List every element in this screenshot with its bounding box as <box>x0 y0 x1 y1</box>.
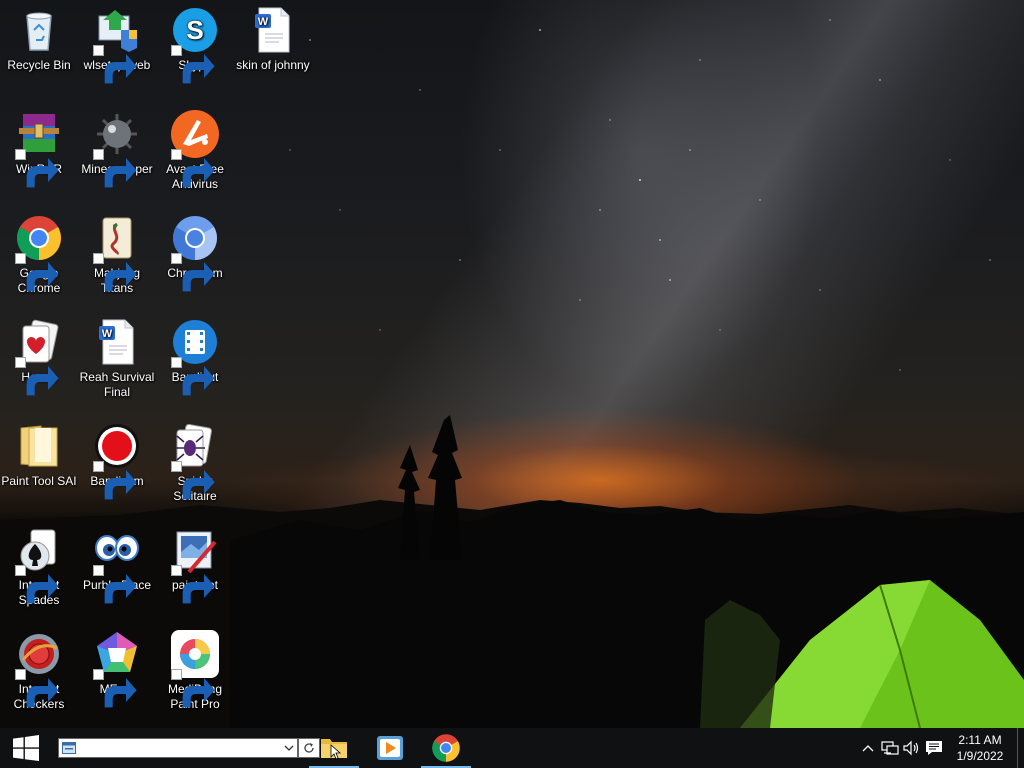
bandicam-icon <box>93 422 141 500</box>
checkers-icon <box>15 630 63 708</box>
skype-icon: S <box>171 6 219 84</box>
address-toolbar[interactable] <box>58 738 298 758</box>
volume-button[interactable] <box>901 728 923 768</box>
desktop-icon-chromium[interactable]: Chromium <box>156 208 234 308</box>
desktop-icon-wlsetup-web[interactable]: wlsetup-web <box>78 0 156 100</box>
system-tray: 2:11 AM 1/9/2022 <box>857 728 1024 768</box>
shortcut-arrow-icon <box>171 461 215 500</box>
speaker-icon <box>903 740 919 756</box>
shortcut-arrow-icon <box>15 149 59 188</box>
desktop-icon-purble-place[interactable]: Purble Place <box>78 520 156 620</box>
mahjong-icon <box>93 214 141 292</box>
desktop-icon-label: Paint Tool SAI <box>1 474 77 488</box>
show-desktop-button[interactable] <box>1017 728 1024 768</box>
desktop-icon-medibang-paint-pro[interactable]: MediBang Paint Pro <box>156 624 234 724</box>
spider-solitaire-icon <box>171 422 219 500</box>
network-icon <box>881 741 899 755</box>
shortcut-arrow-icon <box>15 565 59 604</box>
desktop-icon-skype[interactable]: SSkype <box>156 0 234 100</box>
spades-icon <box>15 526 63 604</box>
address-dropdown-button[interactable] <box>281 739 297 757</box>
desktop-icon-internet-spades[interactable]: Internet Spades <box>0 520 78 620</box>
shortcut-arrow-icon <box>171 565 215 604</box>
shortcut-arrow-icon <box>15 357 59 396</box>
svg-text:S: S <box>186 15 203 45</box>
shortcut-arrow-icon <box>93 253 137 292</box>
shortcut-arrow-icon <box>171 357 215 396</box>
desktop-icon-winrar[interactable]: WinRAR <box>0 104 78 204</box>
desktop-icon-mahjong-titans[interactable]: Mahjong Titans <box>78 208 156 308</box>
shortcut-arrow-icon <box>171 253 215 292</box>
memu-icon <box>93 630 141 708</box>
shortcut-arrow-icon <box>93 669 137 708</box>
desktop-icon-label: Reah Survival Final <box>79 370 155 399</box>
purble-place-icon <box>93 526 141 604</box>
recycle-bin-icon <box>15 6 63 54</box>
word-document-icon: W <box>93 318 141 366</box>
address-input[interactable] <box>76 740 281 756</box>
chrome-icon <box>432 734 460 762</box>
windows-logo-icon <box>13 735 39 761</box>
taskbar-clock[interactable]: 2:11 AM 1/9/2022 <box>951 732 1009 764</box>
chevron-up-icon <box>862 745 874 752</box>
desktop-icon-label: skin of johnny <box>236 58 310 72</box>
desktop-icon-memu[interactable]: MEmu <box>78 624 156 724</box>
desktop-icon-label: Recycle Bin <box>7 58 71 72</box>
shortcut-arrow-icon <box>171 45 215 84</box>
start-button[interactable] <box>0 728 52 768</box>
desktop-icon-bandicam[interactable]: Bandicam <box>78 416 156 516</box>
action-center-button[interactable] <box>923 728 945 768</box>
desktop-icon-reah-survival-final[interactable]: W Reah Survival Final <box>78 312 156 412</box>
chromium-icon <box>171 214 219 292</box>
desktop-icon-paint-net[interactable]: paint.net <box>156 520 234 620</box>
taskbar-google-chrome[interactable] <box>419 728 473 768</box>
winrar-icon <box>15 110 63 188</box>
minesweeper-icon <box>93 110 141 188</box>
shortcut-arrow-icon <box>93 565 137 604</box>
desktop-icon-internet-checkers[interactable]: Internet Checkers <box>0 624 78 724</box>
desktop-icon-avast-free-antivirus[interactable]: Avast Free Antivirus <box>156 104 234 204</box>
network-button[interactable] <box>879 728 901 768</box>
chrome-icon <box>15 214 63 292</box>
desktop-icon-bandicut[interactable]: Bandicut <box>156 312 234 412</box>
svg-text:W: W <box>102 328 113 340</box>
paintnet-icon <box>171 526 219 604</box>
folder-icon <box>15 422 63 470</box>
medibang-icon <box>171 630 219 708</box>
file-explorer-icon <box>321 739 347 760</box>
desktop-icon-spider-solitaire[interactable]: Spider Solitaire <box>156 416 234 516</box>
shortcut-arrow-icon <box>93 149 137 188</box>
shortcut-arrow-icon <box>171 149 215 188</box>
wlsetup-icon <box>93 6 141 84</box>
shortcut-arrow-icon <box>171 669 215 708</box>
bandicut-icon <box>171 318 219 396</box>
shortcut-arrow-icon <box>93 45 137 84</box>
taskbar-media-player[interactable] <box>363 728 417 768</box>
desktop-icon-google-chrome[interactable]: Google Chrome <box>0 208 78 308</box>
desktop-icon-recycle-bin[interactable]: Recycle Bin <box>0 0 78 100</box>
address-bar-icon <box>62 742 76 754</box>
desktop-icon-skin-of-johnny[interactable]: Wskin of johnny <box>234 0 312 100</box>
avast-icon <box>171 110 219 188</box>
notification-icon <box>926 741 942 755</box>
shortcut-arrow-icon <box>15 669 59 708</box>
shortcut-arrow-icon <box>93 461 137 500</box>
shortcut-arrow-icon <box>15 253 59 292</box>
show-hidden-icons-button[interactable] <box>857 728 879 768</box>
hearts-icon <box>15 318 63 396</box>
desktop-icon-minesweeper[interactable]: Minesweeper <box>78 104 156 204</box>
clock-time: 2:11 AM <box>958 733 1002 747</box>
media-player-icon <box>377 736 403 760</box>
word-document-icon: W <box>249 6 297 54</box>
svg-text:W: W <box>258 16 269 28</box>
chevron-down-icon <box>284 745 294 751</box>
desktop-icon-hearts[interactable]: Hearts <box>0 312 78 412</box>
clock-date: 1/9/2022 <box>956 749 1004 763</box>
desktop-icon-paint-tool-sai[interactable]: Paint Tool SAI <box>0 416 78 516</box>
taskbar-file-explorer[interactable] <box>307 728 361 768</box>
